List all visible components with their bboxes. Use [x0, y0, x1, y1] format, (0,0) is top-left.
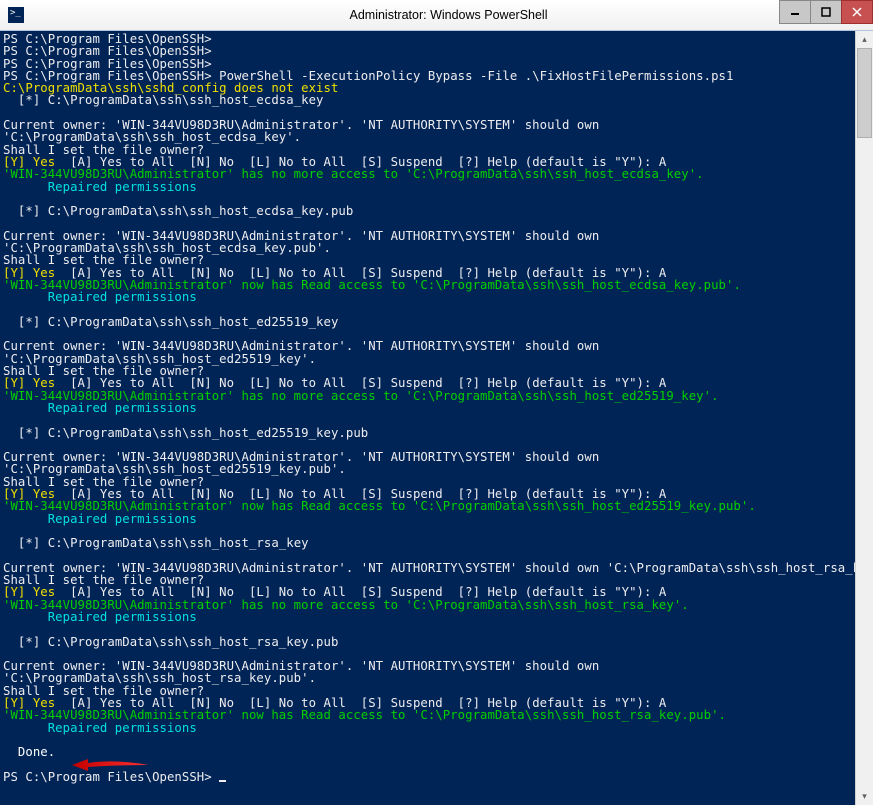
done-line: Done. — [3, 745, 55, 759]
repaired-line: Repaired permissions — [3, 290, 197, 304]
final-prompt: PS C:\Program Files\OpenSSH> — [3, 770, 219, 784]
star-prefix: [*] — [3, 93, 48, 107]
terminal-output[interactable]: PS C:\Program Files\OpenSSH> PS C:\Progr… — [0, 31, 855, 805]
window-controls — [780, 0, 873, 22]
scroll-down-button[interactable]: ▾ — [856, 788, 873, 805]
powershell-window: Administrator: Windows PowerShell PS C:\… — [0, 0, 873, 805]
close-button[interactable] — [841, 0, 873, 24]
powershell-icon — [8, 7, 24, 23]
repaired-line: Repaired permissions — [3, 180, 197, 194]
minimize-button[interactable] — [779, 0, 811, 24]
path: C:\ProgramData\ssh\ssh_host_ed25519_key — [48, 315, 339, 329]
path: C:\ProgramData\ssh\ssh_host_rsa_key.pub — [48, 635, 339, 649]
scroll-thumb[interactable] — [857, 48, 872, 138]
titlebar[interactable]: Administrator: Windows PowerShell — [0, 0, 873, 31]
window-title: Administrator: Windows PowerShell — [24, 8, 873, 22]
content-area: PS C:\Program Files\OpenSSH> PS C:\Progr… — [0, 31, 873, 805]
star-prefix: [*] — [3, 536, 48, 550]
path: C:\ProgramData\ssh\ssh_host_ecdsa_key — [48, 93, 324, 107]
star-prefix: [*] — [3, 204, 48, 218]
maximize-button[interactable] — [810, 0, 842, 24]
star-prefix: [*] — [3, 635, 48, 649]
repaired-line: Repaired permissions — [3, 721, 197, 735]
path: C:\ProgramData\ssh\ssh_host_ecdsa_key.pu… — [48, 204, 354, 218]
path: C:\ProgramData\ssh\ssh_host_rsa_key — [48, 536, 309, 550]
path: C:\ProgramData\ssh\ssh_host_ed25519_key.… — [48, 426, 369, 440]
star-prefix: [*] — [3, 426, 48, 440]
vertical-scrollbar[interactable]: ▴ ▾ — [855, 31, 873, 805]
repaired-line: Repaired permissions — [3, 610, 197, 624]
cursor — [219, 780, 226, 782]
repaired-line: Repaired permissions — [3, 512, 197, 526]
repaired-line: Repaired permissions — [3, 401, 197, 415]
scroll-up-button[interactable]: ▴ — [856, 31, 873, 48]
star-prefix: [*] — [3, 315, 48, 329]
